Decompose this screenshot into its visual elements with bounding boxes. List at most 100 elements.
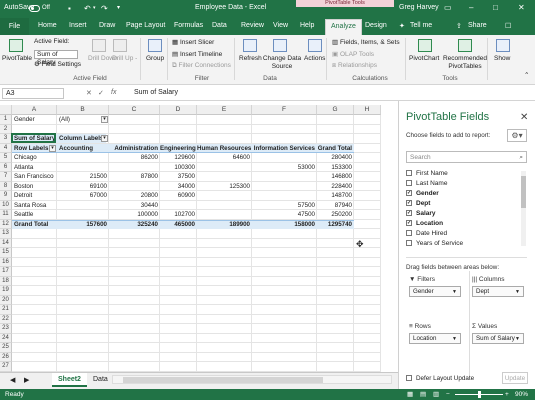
value-cell[interactable]: 64600 bbox=[197, 154, 250, 162]
row-header[interactable]: 11 bbox=[0, 210, 12, 220]
row-header[interactable]: 6 bbox=[0, 162, 12, 172]
row-label-cell[interactable]: San Francisco bbox=[14, 173, 54, 181]
field-item[interactable]: Last Name bbox=[406, 179, 447, 189]
tab-analyze[interactable]: Analyze bbox=[325, 19, 362, 35]
row-header[interactable]: 12 bbox=[0, 219, 12, 229]
row-header[interactable]: 14 bbox=[0, 238, 12, 248]
value-cell[interactable]: 21500 bbox=[57, 173, 107, 181]
row-label-cell[interactable]: Seattle bbox=[14, 211, 33, 219]
row-label-cell[interactable]: Boston bbox=[14, 183, 33, 191]
filters-field-gender[interactable]: Gender ▼ bbox=[409, 286, 461, 297]
column-header-f[interactable]: F bbox=[252, 105, 317, 115]
row-header[interactable]: 16 bbox=[0, 257, 12, 267]
row-header[interactable]: 22 bbox=[0, 314, 12, 324]
value-cell[interactable]: 129600 bbox=[160, 154, 195, 162]
filter-dropdown-button[interactable]: ▾ bbox=[101, 116, 108, 123]
checkbox-icon[interactable]: ✓ bbox=[406, 210, 412, 217]
group-button[interactable]: Group bbox=[146, 55, 164, 62]
column-header-cell[interactable]: Information Services bbox=[252, 145, 315, 153]
checkbox-icon[interactable] bbox=[406, 170, 412, 177]
row-header[interactable]: 15 bbox=[0, 248, 12, 258]
row-labels-header[interactable]: Row Labels bbox=[14, 145, 48, 153]
page-layout-view-icon[interactable]: ▤ bbox=[420, 389, 426, 400]
value-cell[interactable]: 148700 bbox=[317, 192, 352, 200]
tab-design[interactable]: Design bbox=[365, 22, 387, 29]
pivottable-icon[interactable] bbox=[9, 39, 23, 52]
pivottable-button[interactable]: PivotTable bbox=[2, 55, 32, 62]
grand-total-label[interactable]: Grand Total bbox=[14, 221, 48, 229]
row-header[interactable]: 17 bbox=[0, 267, 12, 277]
grand-total-cell[interactable]: 158000 bbox=[252, 221, 315, 229]
filter-value[interactable]: (All) bbox=[59, 116, 70, 124]
value-cell[interactable]: 37500 bbox=[160, 173, 195, 181]
grand-total-cell[interactable]: 1295740 bbox=[317, 221, 352, 229]
field-item[interactable]: ✓ Salary bbox=[406, 209, 436, 219]
drill-up-button[interactable]: Drill Up - bbox=[112, 55, 137, 62]
checkbox-icon[interactable] bbox=[406, 180, 412, 187]
value-cell[interactable]: 87800 bbox=[109, 173, 158, 181]
row-header[interactable]: 24 bbox=[0, 333, 12, 343]
formula-input[interactable]: Sum of Salary bbox=[134, 89, 178, 96]
tab-draw[interactable]: Draw bbox=[99, 22, 115, 29]
redo-icon[interactable]: ↷ bbox=[101, 4, 108, 13]
insert-timeline-button[interactable]: ▤ Insert Timeline bbox=[172, 50, 222, 58]
close-icon[interactable]: ✕ bbox=[518, 3, 525, 12]
row-header[interactable]: 9 bbox=[0, 191, 12, 201]
pane-tools-button[interactable]: ⚙▾ bbox=[507, 129, 527, 142]
insert-slicer-button[interactable]: ▦ Insert Slicer bbox=[172, 38, 214, 46]
value-cell[interactable]: 125300 bbox=[197, 183, 250, 191]
undo-dropdown-icon[interactable]: ▾ bbox=[93, 4, 96, 13]
field-item[interactable]: ✓ Location bbox=[406, 219, 443, 229]
tab-home[interactable]: Home bbox=[38, 22, 57, 29]
refresh-button[interactable]: Refresh bbox=[239, 55, 262, 62]
sheet-tab-data[interactable]: Data bbox=[87, 373, 114, 387]
value-cell[interactable]: 20800 bbox=[109, 192, 158, 200]
zoom-level[interactable]: 90% bbox=[515, 389, 528, 400]
row-header[interactable]: 13 bbox=[0, 229, 12, 239]
change-data-source-button[interactable]: Change Data Source bbox=[262, 55, 302, 71]
column-header-a[interactable]: A bbox=[12, 105, 57, 115]
pivotchart-button[interactable]: PivotChart bbox=[409, 55, 439, 62]
customize-qat-icon[interactable]: ▾ bbox=[117, 4, 120, 13]
field-list-scroll-thumb[interactable] bbox=[521, 176, 526, 208]
row-label-cell[interactable]: Detroit bbox=[14, 192, 32, 200]
field-search-input[interactable]: Search ⌕ bbox=[406, 151, 527, 163]
insert-function-icon[interactable]: fx bbox=[111, 89, 116, 96]
value-cell[interactable]: 69100 bbox=[57, 183, 107, 191]
value-cell[interactable]: 60900 bbox=[160, 192, 195, 200]
recommended-pivottables-button[interactable]: Recommended PivotTables bbox=[441, 55, 489, 71]
value-cell[interactable]: 86200 bbox=[109, 154, 158, 162]
filter-connections-button[interactable]: ⧉ Filter Connections bbox=[172, 62, 231, 70]
row-label-cell[interactable]: Atlanta bbox=[14, 164, 33, 172]
tab-page-layout[interactable]: Page Layout bbox=[126, 22, 165, 29]
column-header-d[interactable]: D bbox=[160, 105, 197, 115]
sheet-tab-sheet2[interactable]: Sheet2 bbox=[52, 373, 87, 387]
column-header-b[interactable]: B bbox=[57, 105, 109, 115]
value-cell[interactable]: 250200 bbox=[317, 211, 352, 219]
actions-button[interactable]: Actions bbox=[304, 55, 325, 62]
grand-total-cell[interactable]: 465000 bbox=[160, 221, 195, 229]
column-labels-dropdown[interactable]: ▾ bbox=[101, 135, 108, 142]
grand-total-cell[interactable]: 189900 bbox=[197, 221, 250, 229]
checkbox-icon[interactable]: ✓ bbox=[406, 190, 412, 197]
value-cell[interactable]: 57500 bbox=[252, 202, 315, 210]
active-field-input[interactable]: Sum of Salary bbox=[34, 50, 78, 66]
save-icon[interactable]: ▪ bbox=[68, 4, 71, 13]
collapse-ribbon-icon[interactable]: ⌃ bbox=[524, 71, 529, 79]
value-cell[interactable]: 153300 bbox=[317, 164, 352, 172]
minimize-icon[interactable]: – bbox=[469, 3, 473, 12]
zoom-slider-thumb[interactable] bbox=[478, 391, 481, 398]
field-item[interactable]: First Name bbox=[406, 169, 448, 179]
horizontal-scrollbar[interactable] bbox=[112, 375, 392, 384]
row-header[interactable]: 27 bbox=[0, 362, 12, 372]
worksheet-grid[interactable]: A B C D E F G H 1 2 3 4 5 6 7 8 9 10 11 12 13 14 15 16 1… bbox=[0, 105, 381, 372]
field-item[interactable]: Date Hired bbox=[406, 229, 447, 239]
column-header-c[interactable]: C bbox=[109, 105, 160, 115]
tab-data[interactable]: Data bbox=[212, 22, 227, 29]
values-field-sum-of-salary[interactable]: Sum of Salary ▼ bbox=[472, 333, 524, 344]
value-cell[interactable]: 102700 bbox=[160, 211, 195, 219]
update-button[interactable]: Update bbox=[502, 372, 528, 384]
rows-field-location[interactable]: Location ▼ bbox=[409, 333, 461, 344]
value-cell[interactable]: 146800 bbox=[317, 173, 352, 181]
pane-close-icon[interactable]: ✕ bbox=[520, 112, 528, 123]
